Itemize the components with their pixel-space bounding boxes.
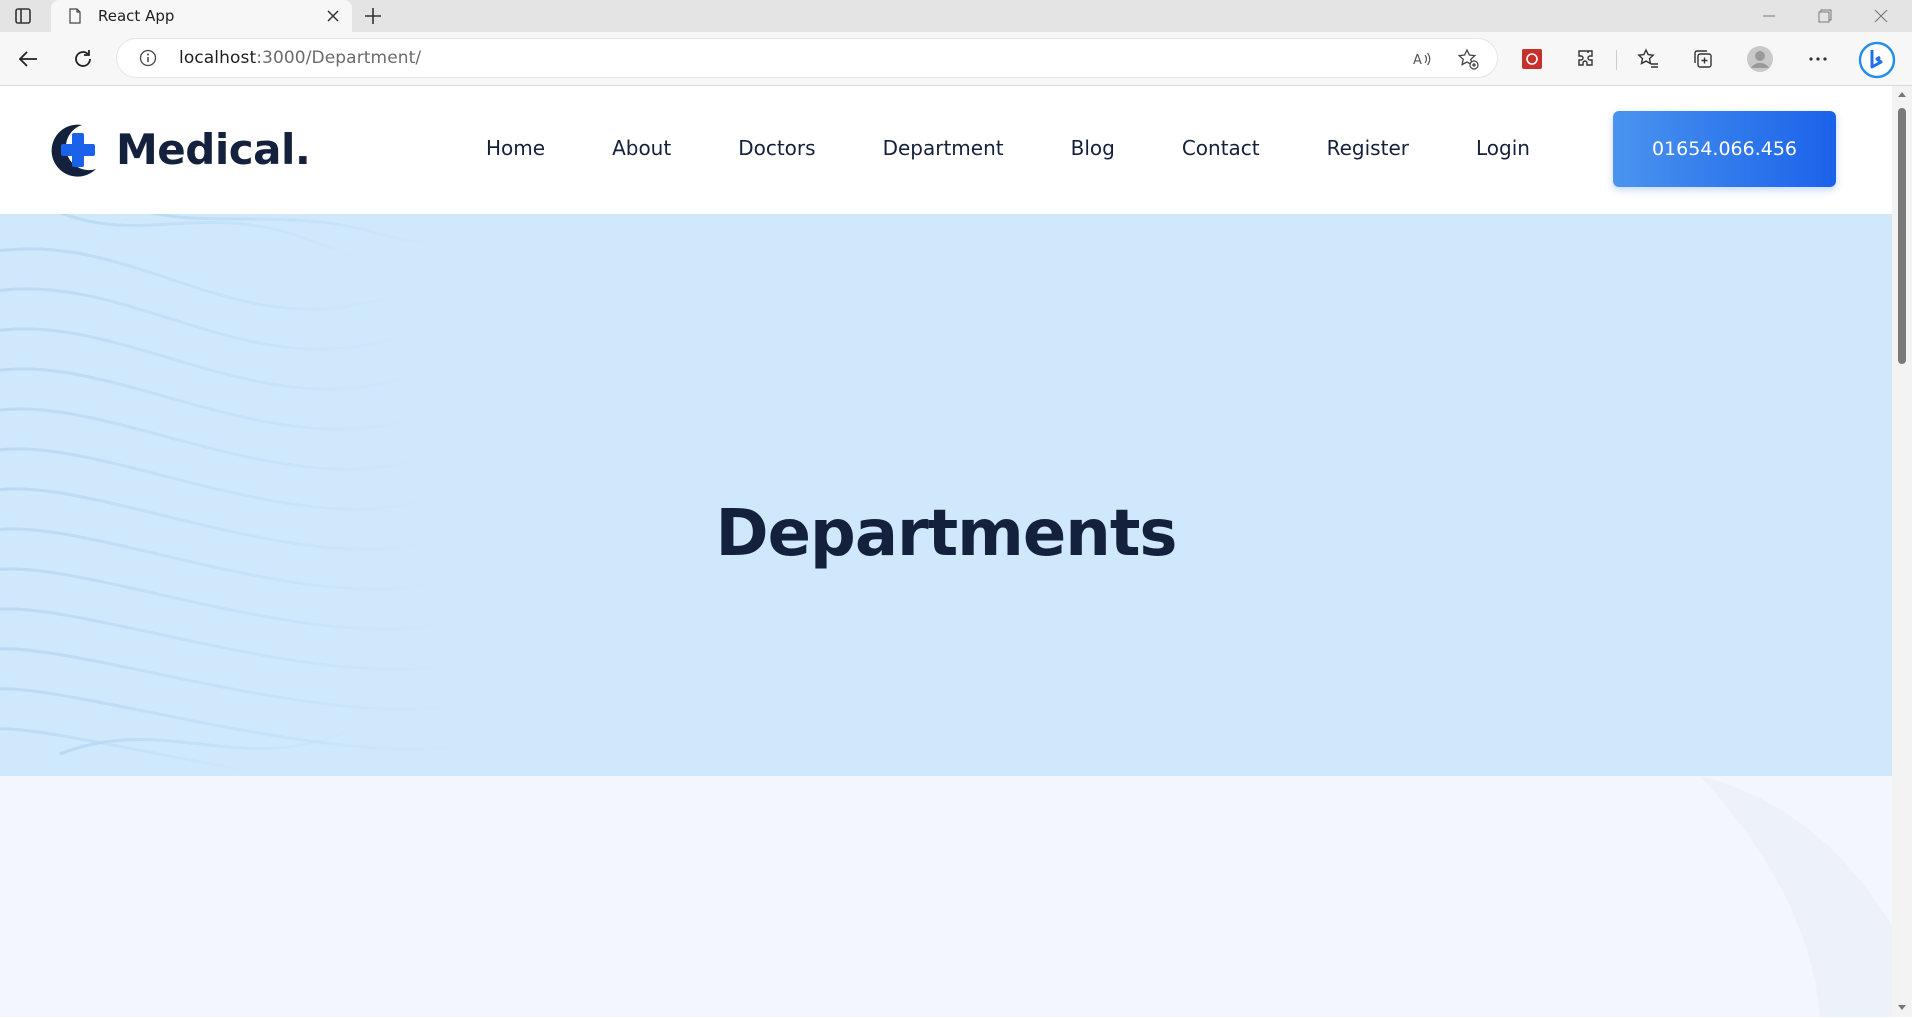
url-text: localhost:3000/Department/ bbox=[179, 48, 421, 68]
url-path: :3000/Department/ bbox=[256, 48, 422, 68]
phone-button[interactable]: 01654.066.456 bbox=[1613, 111, 1836, 187]
scroll-down-icon[interactable] bbox=[1897, 1004, 1907, 1012]
nav-contact[interactable]: Contact bbox=[1182, 136, 1260, 166]
page-scrollbar[interactable] bbox=[1892, 86, 1912, 1017]
nav-register[interactable]: Register bbox=[1327, 136, 1409, 166]
decorative-shape bbox=[1700, 776, 1892, 1017]
copilot-icon[interactable] bbox=[1858, 41, 1896, 79]
tab-actions-icon[interactable] bbox=[10, 4, 36, 28]
nav-home[interactable]: Home bbox=[486, 136, 545, 166]
extension-icon[interactable] bbox=[1518, 45, 1546, 73]
close-tab-icon[interactable] bbox=[324, 7, 342, 25]
minimize-icon[interactable] bbox=[1741, 0, 1797, 32]
info-icon[interactable] bbox=[139, 49, 157, 67]
page-icon bbox=[69, 8, 81, 24]
more-menu-icon[interactable] bbox=[1804, 45, 1832, 73]
tab-title: React App bbox=[98, 7, 175, 25]
site-header: Medical. Home About Doctors Department B… bbox=[0, 86, 1892, 214]
read-aloud-icon[interactable]: A bbox=[1412, 49, 1432, 69]
nav-blog[interactable]: Blog bbox=[1071, 136, 1115, 166]
browser-toolbar: localhost:3000/Department/ A bbox=[0, 32, 1912, 86]
profile-avatar-icon[interactable] bbox=[1746, 45, 1774, 73]
address-bar[interactable]: localhost:3000/Department/ A bbox=[117, 39, 1497, 77]
nav-doctors[interactable]: Doctors bbox=[738, 136, 815, 166]
collections-icon[interactable] bbox=[1689, 45, 1717, 73]
logo-text: Medical. bbox=[116, 124, 311, 174]
scroll-up-icon[interactable] bbox=[1897, 90, 1907, 98]
new-tab-icon[interactable] bbox=[361, 4, 385, 28]
extensions-puzzle-icon[interactable] bbox=[1573, 45, 1601, 73]
add-favorite-icon[interactable] bbox=[1457, 48, 1479, 70]
url-host: localhost bbox=[179, 48, 257, 68]
page-hero: Departments bbox=[0, 214, 1892, 776]
browser-tab[interactable]: React App bbox=[51, 0, 352, 32]
medical-cross-logo-icon bbox=[51, 124, 96, 177]
tab-strip: React App bbox=[0, 0, 1912, 32]
main-nav: Home About Doctors Department Blog Conta… bbox=[486, 136, 1530, 166]
reload-icon[interactable] bbox=[69, 45, 97, 73]
page-viewport: Medical. Home About Doctors Department B… bbox=[0, 86, 1892, 1017]
restore-icon[interactable] bbox=[1797, 0, 1853, 32]
nav-department[interactable]: Department bbox=[883, 136, 1004, 166]
close-window-icon[interactable] bbox=[1853, 0, 1909, 32]
favorites-icon[interactable] bbox=[1634, 45, 1662, 73]
nav-about[interactable]: About bbox=[612, 136, 671, 166]
back-icon[interactable] bbox=[14, 45, 42, 73]
site-logo[interactable]: Medical. bbox=[48, 119, 311, 179]
scroll-thumb[interactable] bbox=[1898, 108, 1906, 364]
page-title: Departments bbox=[715, 496, 1177, 571]
topographic-pattern bbox=[0, 214, 861, 776]
svg-text:A: A bbox=[1413, 53, 1422, 68]
toolbar-divider bbox=[1616, 50, 1617, 70]
nav-login[interactable]: Login bbox=[1476, 136, 1530, 166]
